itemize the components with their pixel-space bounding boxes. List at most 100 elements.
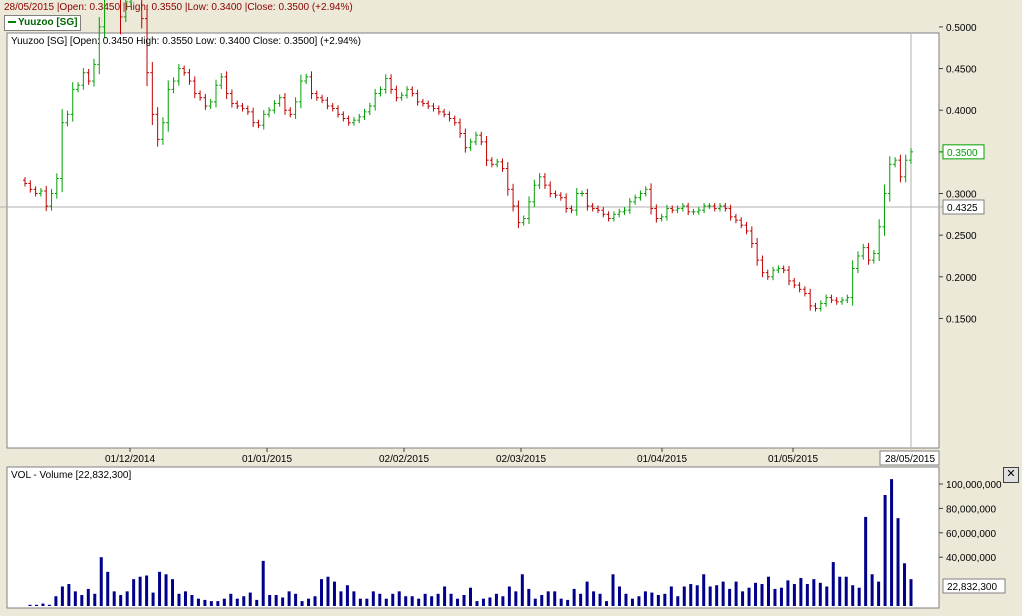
volume-bar xyxy=(371,591,375,606)
volume-bar xyxy=(533,598,537,606)
volume-bar xyxy=(643,591,647,606)
volume-bar xyxy=(41,603,45,606)
volume-bar xyxy=(792,584,796,606)
volume-bar xyxy=(831,562,835,606)
volume-bar xyxy=(183,591,187,606)
x-tick-label: 02/02/2015 xyxy=(379,454,429,465)
volume-bar xyxy=(67,584,71,606)
volume-bar xyxy=(896,518,900,606)
volume-bar xyxy=(423,593,427,606)
volume-bar xyxy=(430,596,434,606)
volume-bar xyxy=(909,579,913,606)
volume-bar xyxy=(365,598,369,606)
volume-bar xyxy=(106,571,110,606)
volume-bar xyxy=(656,595,660,606)
volume-bar xyxy=(838,576,842,606)
volume-bar xyxy=(320,579,324,606)
volume-bar xyxy=(177,593,181,606)
x-tick-label: 01/04/2015 xyxy=(637,454,687,465)
price-chart-header: Yuuzoo [SG] [Open: 0.3450 High: 0.3550 L… xyxy=(11,36,361,47)
volume-bar xyxy=(728,588,732,606)
volume-bar xyxy=(86,588,90,606)
volume-bar xyxy=(54,596,58,606)
volume-bar xyxy=(812,579,816,606)
volume-bar xyxy=(805,584,809,606)
volume-bar xyxy=(501,596,505,606)
volume-bar xyxy=(462,595,466,606)
volume-bar xyxy=(760,584,764,606)
volume-bar xyxy=(404,596,408,606)
volume-bar xyxy=(34,604,38,606)
volume-bar xyxy=(443,586,447,606)
volume-bar xyxy=(715,585,719,606)
volume-bar xyxy=(825,586,829,606)
volume-bar xyxy=(235,598,239,606)
volume-bar xyxy=(196,598,200,606)
volume-bar xyxy=(339,591,343,606)
volume-bar xyxy=(514,591,518,606)
volume-bar xyxy=(28,604,32,606)
volume-bar xyxy=(332,581,336,606)
volume-bar xyxy=(611,574,615,606)
volume-bar xyxy=(99,557,103,606)
volume-chart-header: VOL - Volume [22,832,300] xyxy=(11,470,132,481)
volume-bar xyxy=(708,586,712,606)
volume-bar xyxy=(281,597,285,606)
volume-bar xyxy=(73,591,77,606)
volume-bar xyxy=(80,595,84,606)
volume-bar xyxy=(456,598,460,606)
volume-bar xyxy=(579,593,583,606)
volume-bar xyxy=(877,581,881,606)
volume-bar xyxy=(138,576,142,606)
volume-bar xyxy=(475,601,479,606)
volume-bar xyxy=(520,574,524,606)
volume-bar xyxy=(436,593,440,606)
volume-bar xyxy=(818,582,822,606)
volume-bar xyxy=(352,591,356,606)
ohlc-bar xyxy=(141,0,144,29)
volume-bar xyxy=(119,595,123,606)
volume-bar xyxy=(216,601,220,606)
x-tick-label: 01/01/2015 xyxy=(242,454,292,465)
ohlc-chart[interactable]: 0.55000.50000.45000.40000.35000.30000.25… xyxy=(0,0,1022,616)
volume-bar xyxy=(158,571,162,606)
volume-bar xyxy=(598,593,602,606)
volume-tick-label: 100,000,000 xyxy=(946,480,1002,491)
volume-bar xyxy=(203,599,207,606)
volume-bar xyxy=(766,576,770,606)
volume-bar xyxy=(747,587,751,606)
volume-bar xyxy=(222,598,226,606)
volume-bar xyxy=(391,593,395,606)
volume-bar xyxy=(507,586,511,606)
volume-bar xyxy=(890,479,894,606)
volume-bar xyxy=(773,588,777,606)
y-tick-label: 0.3000 xyxy=(946,190,977,201)
last-price-label: 0.3500 xyxy=(947,148,978,159)
close-icon[interactable]: ✕ xyxy=(1003,467,1019,483)
volume-bar xyxy=(844,576,848,606)
volume-bar xyxy=(741,591,745,606)
volume-bar xyxy=(358,598,362,606)
volume-bar xyxy=(287,591,291,606)
y-tick-label: 0.4500 xyxy=(946,65,977,76)
volume-bar xyxy=(669,586,673,606)
volume-bar xyxy=(125,591,129,606)
volume-bar xyxy=(261,560,265,606)
volume-bar xyxy=(540,595,544,606)
crosshair-value-label: 0.4325 xyxy=(947,203,978,214)
volume-bar xyxy=(171,579,175,606)
volume-bar xyxy=(857,587,861,606)
ohlc-bar xyxy=(119,0,123,35)
volume-bar xyxy=(663,593,667,606)
volume-bar xyxy=(488,597,492,606)
volume-bar xyxy=(734,581,738,606)
volume-bar xyxy=(689,584,693,606)
volume-bar xyxy=(481,598,485,606)
volume-bar xyxy=(650,592,654,606)
volume-bar xyxy=(151,592,155,606)
volume-bar xyxy=(255,599,259,606)
last-volume-label: 22,832,300 xyxy=(947,582,997,593)
volume-bar xyxy=(417,598,421,606)
volume-bar xyxy=(572,588,576,606)
y-tick-label: 0.5000 xyxy=(946,23,977,34)
